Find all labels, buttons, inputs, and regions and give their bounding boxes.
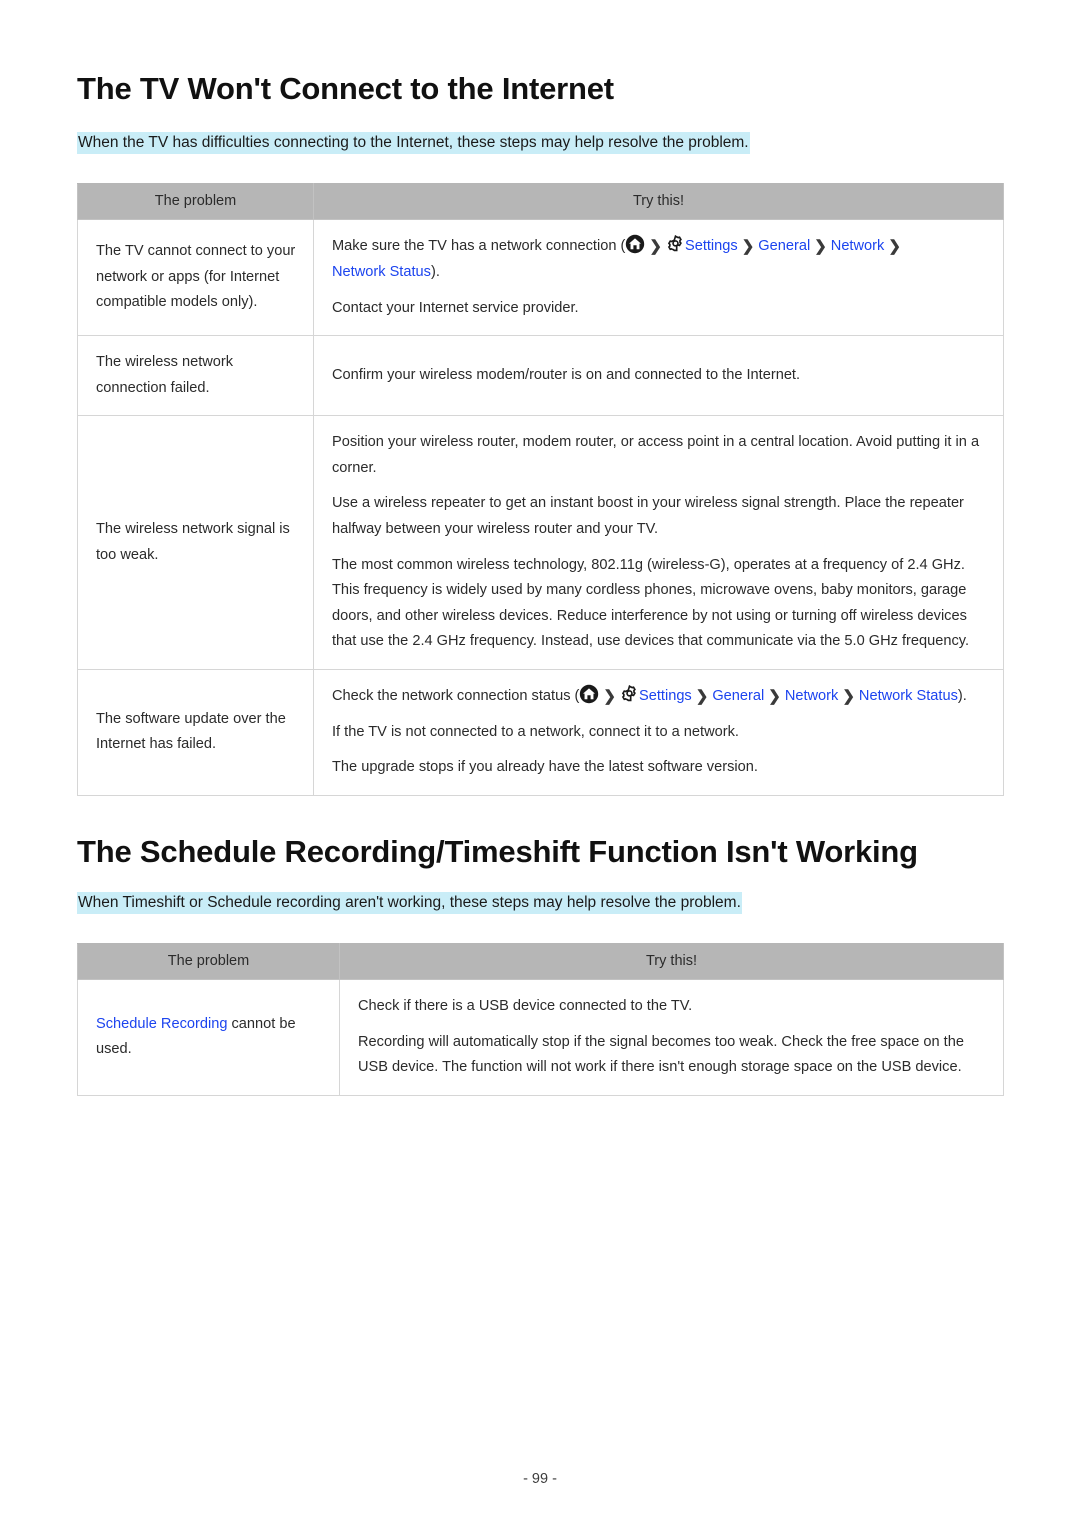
answer-line: Position your wireless router, modem rou… bbox=[332, 434, 980, 476]
answer-line: Use a wireless repeater to get an instan… bbox=[332, 495, 964, 537]
cell-problem: The software update over the Internet ha… bbox=[77, 668, 314, 796]
answer-line: The upgrade stops if you already have th… bbox=[332, 759, 758, 776]
table-header-row: The problem Try this! bbox=[77, 183, 1004, 220]
link-network[interactable]: Network bbox=[831, 238, 885, 254]
link-network-status[interactable]: Network Status bbox=[859, 688, 958, 704]
chevron-right-icon: ❯ bbox=[741, 238, 755, 255]
problem-text: The wireless network signal is too weak. bbox=[96, 520, 290, 563]
table-header-row: The problem Try this! bbox=[77, 943, 1004, 980]
link-network-status[interactable]: Network Status bbox=[332, 264, 431, 280]
section-internet-lead-wrap: When the TV has difficulties connecting … bbox=[77, 131, 750, 155]
cell-problem: The wireless network connection failed. bbox=[77, 335, 314, 417]
home-icon bbox=[625, 234, 645, 254]
chevron-right-icon: ❯ bbox=[842, 687, 855, 705]
table-row: The wireless network connection failed. … bbox=[77, 335, 1004, 417]
cell-problem: Schedule Recording cannot be used. bbox=[77, 979, 340, 1096]
chevron-right-icon: ❯ bbox=[888, 238, 901, 255]
problem-text: The TV cannot connect to your network or… bbox=[96, 243, 296, 311]
table-row: Schedule Recording cannot be used. Check… bbox=[77, 979, 1004, 1096]
link-general[interactable]: General bbox=[712, 688, 764, 704]
section-schedule-lead-wrap: When Timeshift or Schedule recording are… bbox=[77, 891, 742, 915]
answer-line: If the TV is not connected to a network,… bbox=[332, 723, 739, 740]
chevron-right-icon: ❯ bbox=[649, 238, 662, 255]
problem-text: Schedule Recording cannot be used. bbox=[96, 1012, 329, 1063]
answer-line-path: Check the network connection status (❯ Se… bbox=[332, 684, 987, 710]
section-internet-heading-wrap: The TV Won't Connect to the Internet bbox=[77, 70, 614, 107]
column-header-try-this: Try this! bbox=[313, 183, 1004, 220]
link-settings[interactable]: Settings bbox=[639, 688, 692, 704]
link-settings[interactable]: Settings bbox=[685, 238, 738, 254]
answer-text-prefix: Check the network connection status ( bbox=[332, 687, 580, 704]
gear-icon bbox=[666, 235, 685, 254]
column-header-problem: The problem bbox=[77, 943, 340, 980]
table-row: The TV cannot connect to your network or… bbox=[77, 218, 1004, 337]
link-schedule-recording[interactable]: Schedule Recording bbox=[96, 1016, 227, 1032]
chevron-right-icon: ❯ bbox=[814, 238, 827, 255]
answer-line: Recording will automatically stop if the… bbox=[358, 1033, 964, 1076]
chevron-right-icon: ❯ bbox=[695, 687, 709, 705]
answer-line: The most common wireless technology, 802… bbox=[332, 556, 970, 650]
internet-table-wrap: The problem Try this! The TV cannot conn… bbox=[77, 183, 1004, 796]
home-icon bbox=[579, 684, 599, 704]
table-row: The software update over the Internet ha… bbox=[77, 668, 1004, 796]
cell-problem: The wireless network signal is too weak. bbox=[77, 415, 314, 670]
section-internet-lead: When the TV has difficulties connecting … bbox=[77, 132, 750, 154]
page-title-schedule: The Schedule Recording/Timeshift Functio… bbox=[77, 834, 918, 869]
answer-text-prefix: Make sure the TV has a network connectio… bbox=[332, 238, 626, 254]
chevron-right-icon: ❯ bbox=[603, 687, 616, 705]
answer-line: Contact your Internet service provider. bbox=[332, 299, 579, 316]
chevron-right-icon: ❯ bbox=[768, 687, 781, 705]
link-general[interactable]: General bbox=[758, 238, 810, 254]
cell-try-this: Make sure the TV has a network connectio… bbox=[313, 218, 1004, 337]
cell-try-this: Check if there is a USB device connected… bbox=[339, 979, 1004, 1096]
answer-text-suffix: ). bbox=[430, 264, 440, 281]
cell-try-this: Position your wireless router, modem rou… bbox=[313, 415, 1004, 670]
table-row: The wireless network signal is too weak.… bbox=[77, 415, 1004, 670]
gear-icon bbox=[620, 684, 639, 704]
section-schedule-heading-wrap: The Schedule Recording/Timeshift Functio… bbox=[77, 833, 918, 870]
page-number: - 99 - bbox=[523, 1471, 557, 1487]
schedule-table-wrap: The problem Try this! Schedule Recording… bbox=[77, 943, 1004, 1096]
problem-text: The software update over the Internet ha… bbox=[96, 710, 286, 753]
internet-troubleshooting-table: The problem Try this! The TV cannot conn… bbox=[77, 183, 1004, 796]
answer-text-suffix: ). bbox=[957, 687, 967, 704]
cell-try-this: Confirm your wireless modem/router is on… bbox=[313, 335, 1004, 417]
cell-problem: The TV cannot connect to your network or… bbox=[77, 218, 314, 337]
answer-line-path: Make sure the TV has a network connectio… bbox=[332, 234, 987, 286]
problem-text: The wireless network connection failed. bbox=[96, 354, 234, 396]
section-schedule-lead: When Timeshift or Schedule recording are… bbox=[77, 892, 742, 914]
page-title-internet: The TV Won't Connect to the Internet bbox=[77, 71, 614, 106]
cell-try-this: Check the network connection status (❯ Se… bbox=[313, 668, 1004, 796]
schedule-troubleshooting-table: The problem Try this! Schedule Recording… bbox=[77, 943, 1004, 1096]
answer-line: Check if there is a USB device connected… bbox=[358, 998, 693, 1014]
column-header-try-this: Try this! bbox=[339, 943, 1004, 980]
document-page: The TV Won't Connect to the Internet Whe… bbox=[0, 0, 1080, 1527]
answer-line: Confirm your wireless modem/router is on… bbox=[332, 367, 801, 384]
column-header-problem: The problem bbox=[77, 183, 314, 220]
link-network[interactable]: Network bbox=[785, 688, 839, 704]
